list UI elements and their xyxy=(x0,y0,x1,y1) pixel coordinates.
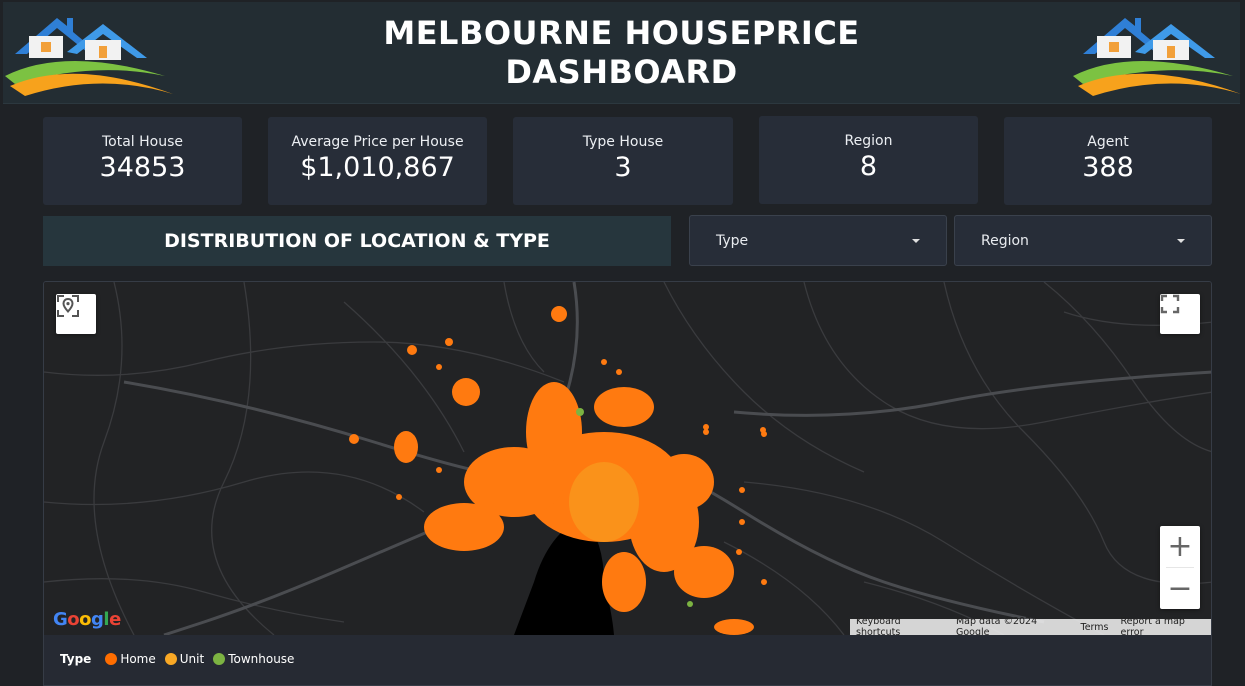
kpi-total-house: Total House 34853 xyxy=(43,117,242,205)
type-filter-label: Type xyxy=(716,232,749,249)
legend-title: Type xyxy=(60,652,92,666)
map-panel: + − Google Keyboard shortcuts Map data ©… xyxy=(43,281,1212,686)
location-reset-icon xyxy=(57,295,79,317)
dashboard-header: MELBOURNE HOUSEPRICE DASHBOARD xyxy=(3,2,1241,104)
zoom-controls: + − xyxy=(1160,526,1200,609)
caret-down-icon xyxy=(912,238,920,243)
kpi-label: Type House xyxy=(582,134,664,150)
plus-icon: + xyxy=(1167,528,1193,564)
region-filter-label: Region xyxy=(981,232,1029,249)
map-legend: Type Home Unit Townhouse xyxy=(60,652,303,666)
legend-dot-icon xyxy=(164,653,177,665)
kpi-label: Agent xyxy=(1087,134,1129,150)
kpi-agent: Agent 388 xyxy=(1004,117,1212,205)
kpi-label: Region xyxy=(844,133,893,149)
fullscreen-button[interactable] xyxy=(1160,294,1200,334)
map-data-text: Map data ©2024 Google xyxy=(955,616,1038,635)
fullscreen-icon xyxy=(1160,294,1180,314)
keyboard-shortcuts-link[interactable]: Keyboard shortcuts xyxy=(850,616,950,635)
report-map-error-link[interactable]: Report a map error xyxy=(1115,616,1212,635)
map-roads xyxy=(44,282,1211,635)
kpi-label: Total House xyxy=(101,134,184,150)
location-reset-button[interactable] xyxy=(56,294,96,334)
legend-item-unit[interactable]: Unit xyxy=(164,652,204,666)
dashboard-title: MELBOURNE HOUSEPRICE DASHBOARD xyxy=(383,14,860,91)
kpi-average-price: Average Price per House $1,010,867 xyxy=(268,117,487,205)
terms-link[interactable]: Terms xyxy=(1075,622,1115,633)
kpi-type-house: Type House 3 xyxy=(513,117,733,205)
kpi-value: 388 xyxy=(1082,152,1134,183)
caret-down-icon xyxy=(1177,238,1185,243)
legend-item-townhouse[interactable]: Townhouse xyxy=(213,652,294,666)
region-filter-dropdown[interactable]: Region xyxy=(954,215,1212,266)
kpi-label: Average Price per House xyxy=(291,134,464,150)
minus-icon: − xyxy=(1167,570,1193,606)
zoom-out-button[interactable]: − xyxy=(1160,568,1200,609)
section-title: DISTRIBUTION OF LOCATION & TYPE xyxy=(43,216,671,266)
google-logo: Google xyxy=(53,609,121,630)
legend-dot-icon xyxy=(105,653,118,665)
kpi-value: 34853 xyxy=(99,152,186,183)
map-canvas[interactable]: + − Google Keyboard shortcuts Map data ©… xyxy=(44,282,1212,635)
kpi-region: Region 8 xyxy=(759,116,978,204)
legend-dot-icon xyxy=(213,653,226,665)
legend-item-home[interactable]: Home xyxy=(105,652,156,666)
type-filter-dropdown[interactable]: Type xyxy=(689,215,947,266)
map-attribution: Keyboard shortcuts Map data ©2024 Google… xyxy=(850,616,1212,635)
kpi-value: $1,010,867 xyxy=(300,152,455,183)
kpi-value: 8 xyxy=(859,151,878,182)
house-logo-icon xyxy=(1073,18,1241,96)
kpi-value: 3 xyxy=(614,152,632,183)
zoom-in-button[interactable]: + xyxy=(1160,526,1200,567)
